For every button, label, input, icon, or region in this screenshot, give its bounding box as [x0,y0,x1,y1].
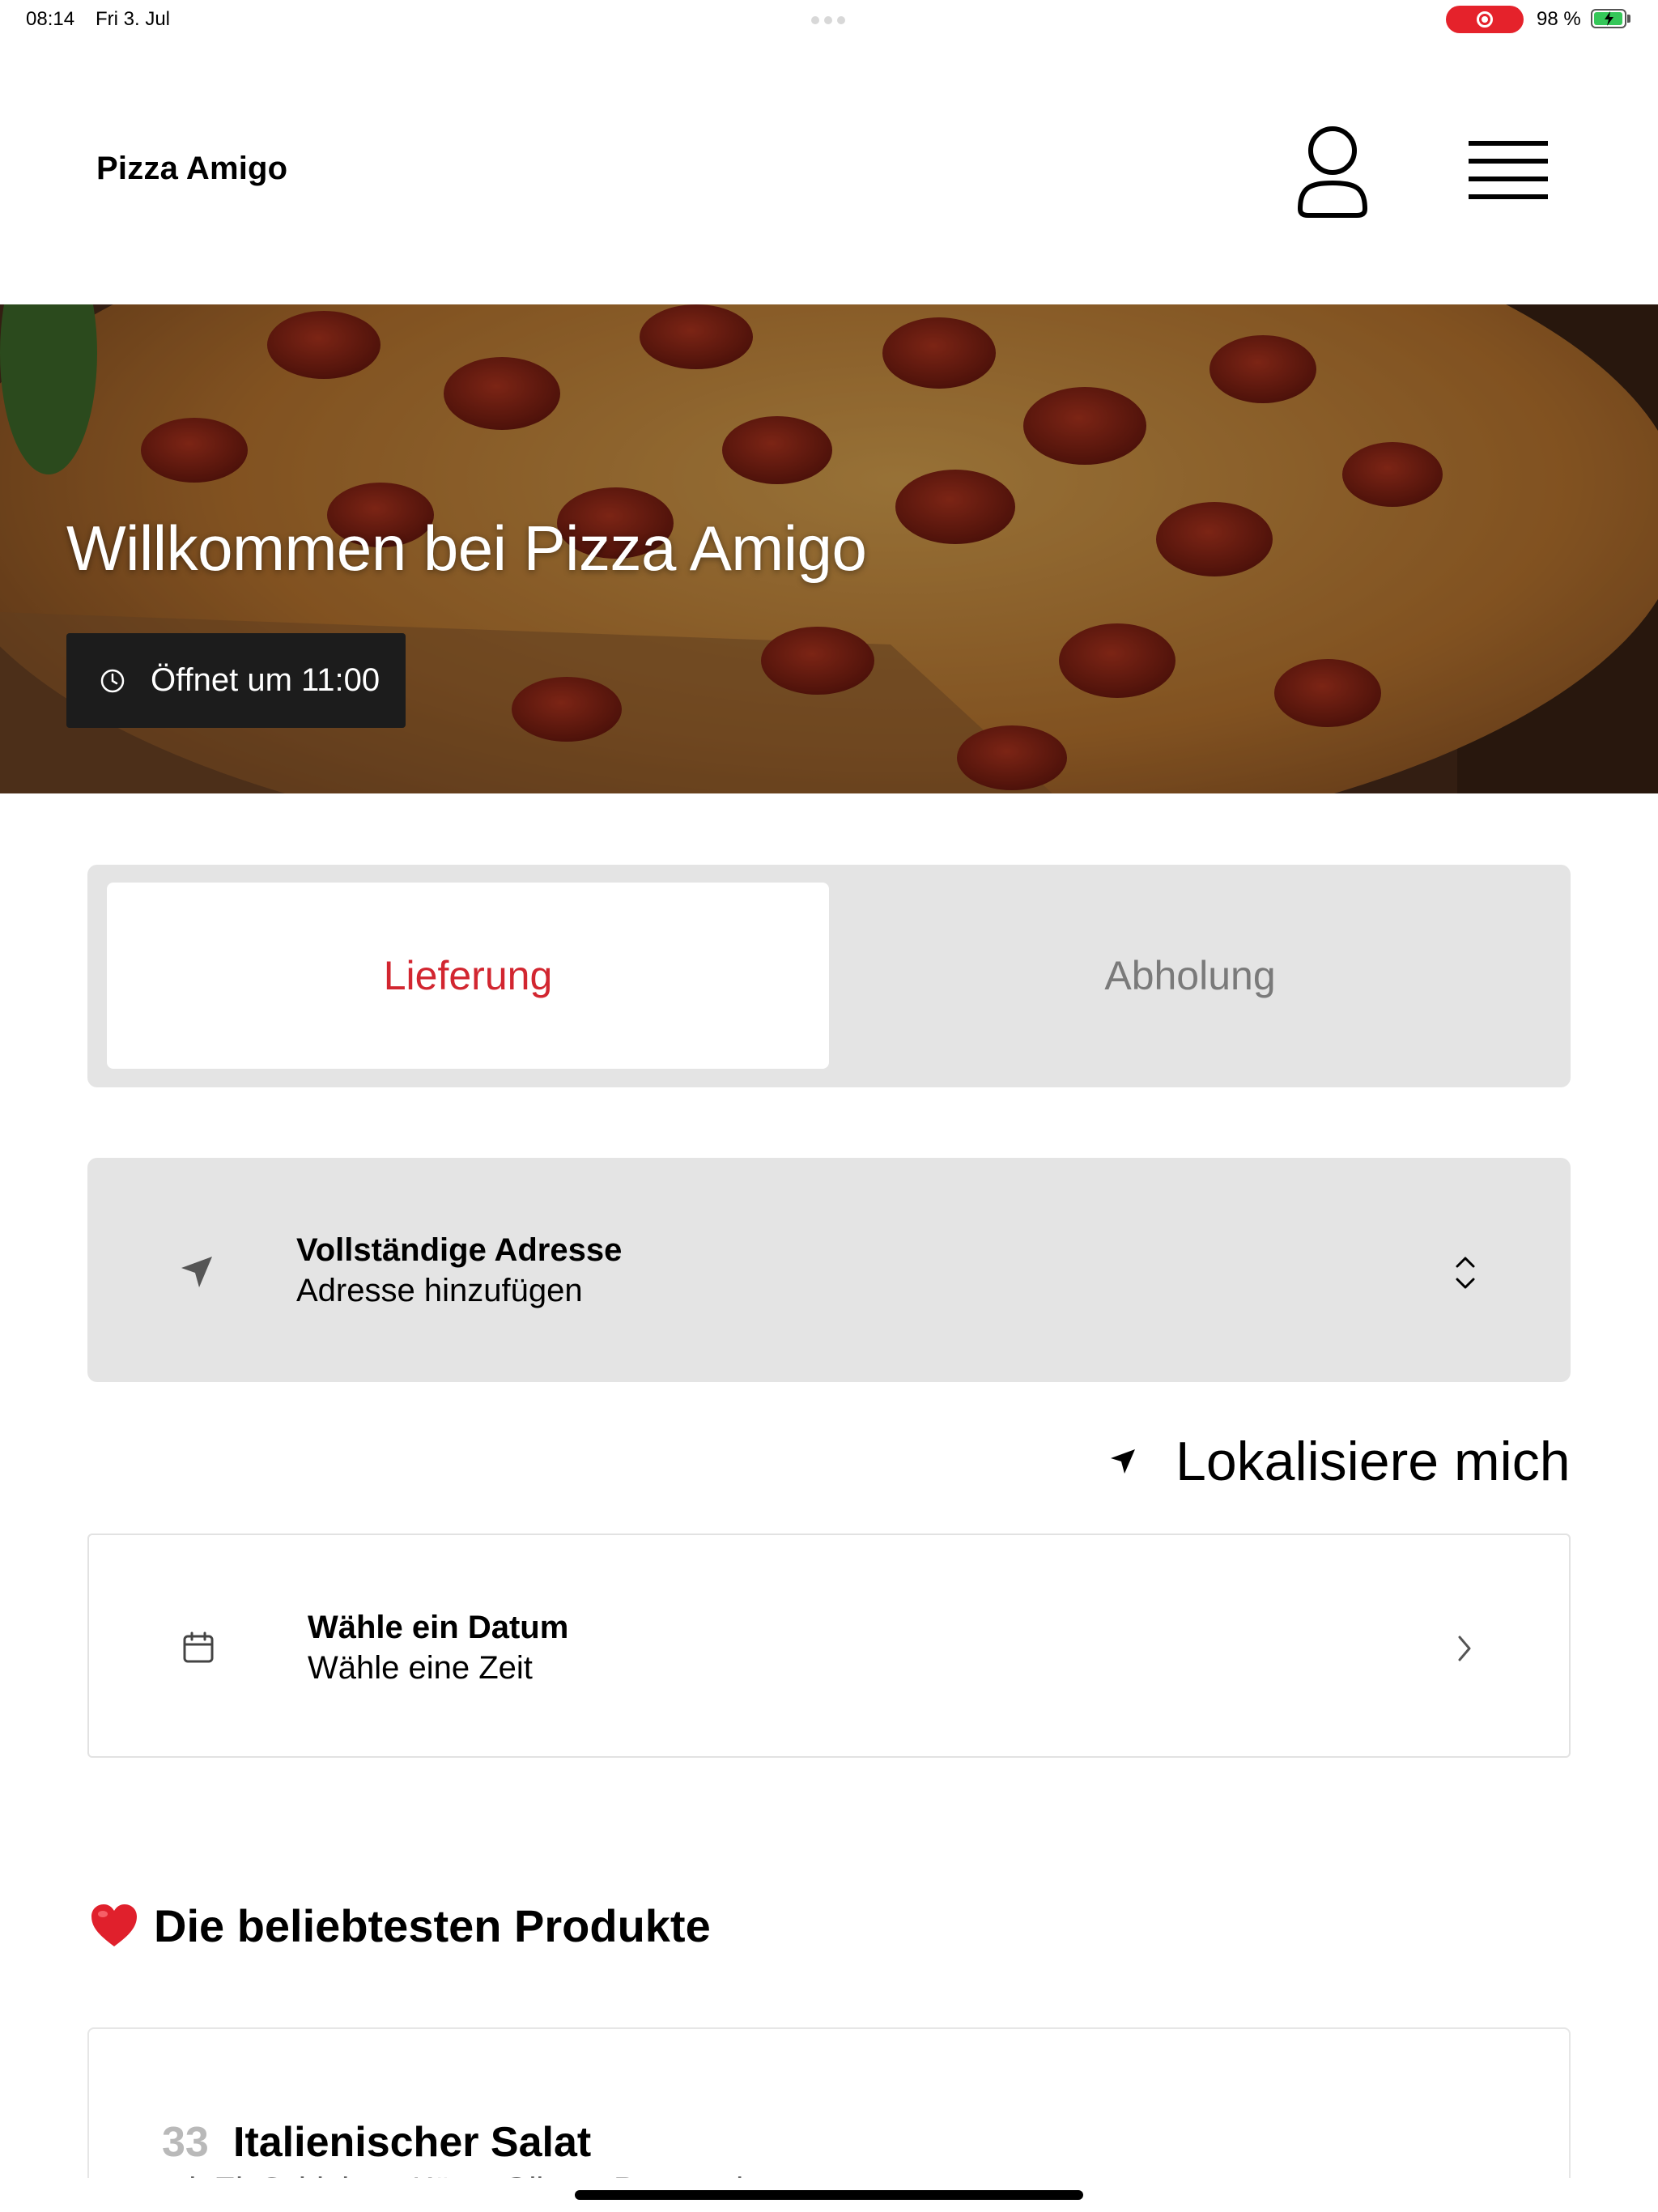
home-indicator[interactable] [575,2190,1083,2200]
product-name: Italienischer Salat [233,2119,592,2166]
location-arrow-icon [1111,1449,1135,1474]
date-time-selector[interactable]: Wähle ein Datum Wähle eine Zeit [87,1534,1571,1758]
site-header: Pizza Amigo [0,39,1658,304]
opening-hours-text: Öffnet um 11:00 [151,662,380,698]
chevron-right-icon [1458,1636,1471,1661]
heart-icon [91,1904,137,1946]
calendar-icon [183,1631,214,1663]
hero-title: Willkommen bei Pizza Amigo [66,513,867,584]
hamburger-menu-icon[interactable] [1464,134,1553,215]
charging-bolt-icon [1605,11,1613,26]
opening-hours-badge: Öffnet um 11:00 [66,633,406,728]
screen-recording-indicator[interactable] [1446,6,1524,33]
address-title: Vollständige Adresse [296,1232,623,1268]
product-number: 33 [162,2119,209,2166]
order-mode-switch: Lieferung Abholung [87,865,1571,1087]
status-date: Fri 3. Jul [96,8,171,30]
tab-pickup[interactable]: Abholung [829,883,1551,1069]
location-arrow-icon [181,1257,212,1287]
record-icon [1477,11,1493,28]
status-time: 08:14 [26,8,75,30]
user-account-button[interactable] [1294,123,1371,220]
time-subtitle: Wähle eine Zeit [308,1650,533,1686]
brand-name[interactable]: Pizza Amigo [96,151,287,187]
multitasking-dots-icon[interactable] [811,16,845,24]
popular-products-title: Die beliebtesten Produkte [154,1900,711,1951]
user-icon [1298,126,1367,218]
locate-me-label: Lokalisiere mich [1175,1431,1571,1492]
clock-icon [100,669,125,692]
date-title: Wähle ein Datum [308,1610,569,1645]
battery-percentage: 98 % [1537,8,1581,30]
chevron-up-down-icon [1456,1257,1475,1289]
popular-products-heading: Die beliebtesten Produkte [89,1899,711,1952]
status-bar: 08:14 Fri 3. Jul 98 % [0,0,1658,39]
address-selector[interactable]: Vollständige Adresse Adresse hinzufügen [87,1158,1571,1382]
tab-delivery[interactable]: Lieferung [107,883,829,1069]
battery-icon [1591,9,1626,28]
address-subtitle: Adresse hinzufügen [296,1273,583,1308]
hero-banner: Willkommen bei Pizza Amigo Öffnet um 11:… [0,304,1658,793]
locate-me-button[interactable]: Lokalisiere mich [1109,1425,1571,1498]
